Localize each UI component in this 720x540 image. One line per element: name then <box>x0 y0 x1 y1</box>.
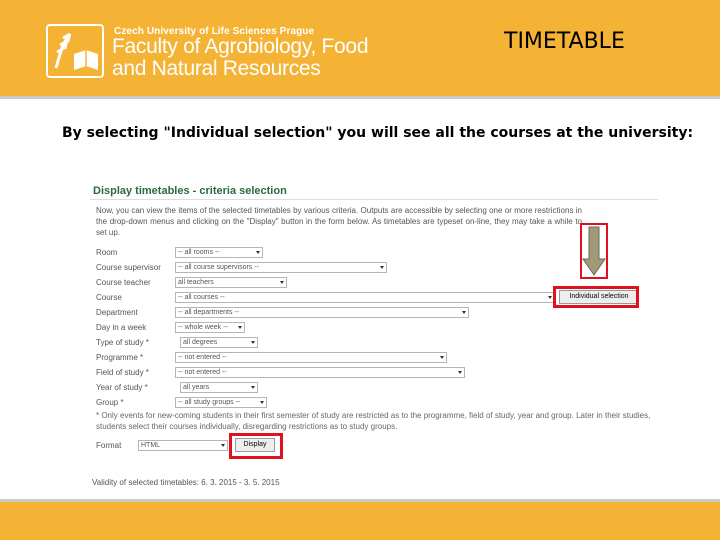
header-banner: Czech University of Life Sciences Prague… <box>0 0 720 96</box>
course-supervisor-select[interactable]: -- all course supervisors -- <box>175 262 387 273</box>
title-divider <box>90 199 658 200</box>
field-label: Room <box>96 248 118 257</box>
dropdown-arrow-icon <box>221 444 225 447</box>
field-of-study-select[interactable]: -- not entered -- <box>175 367 465 378</box>
format-select[interactable]: HTML <box>138 440 228 451</box>
select-value: -- not entered -- <box>178 354 227 361</box>
room-select[interactable]: -- all rooms -- <box>175 247 263 258</box>
select-value: -- whole week -- <box>178 324 228 331</box>
field-label: Field of study * <box>96 368 149 377</box>
select-value: -- all departments -- <box>178 309 240 316</box>
criteria-description: Now, you can view the items of the selec… <box>96 206 582 237</box>
field-label: Year of study * <box>96 383 148 392</box>
dropdown-arrow-icon <box>380 266 384 269</box>
intro-text: By selecting "Individual selection" you … <box>62 125 694 141</box>
restriction-note: * Only events for new-coming students in… <box>96 411 651 431</box>
slide-title: TIMETABLE <box>504 29 625 54</box>
field-label: Type of study * <box>96 338 149 347</box>
department-select[interactable]: -- all departments -- <box>175 307 469 318</box>
dropdown-arrow-icon <box>548 296 552 299</box>
field-label: Day in a week <box>96 323 147 332</box>
slide-content: By selecting "Individual selection" you … <box>0 96 720 502</box>
field-label: Course teacher <box>96 278 151 287</box>
field-label: Course supervisor <box>96 263 161 272</box>
arrow-down-icon <box>580 223 608 279</box>
individual-selection-highlight <box>553 286 639 308</box>
day-select[interactable]: -- whole week -- <box>175 322 245 333</box>
programme-select[interactable]: -- not entered -- <box>175 352 447 363</box>
faculty-logo-icon <box>46 24 104 78</box>
criteria-title: Display timetables - criteria selection <box>93 185 287 197</box>
dropdown-arrow-icon <box>251 386 255 389</box>
select-value: all years <box>183 384 210 391</box>
dropdown-arrow-icon <box>238 326 242 329</box>
footer-banner <box>0 505 720 540</box>
select-value: all teachers <box>178 279 214 286</box>
validity-text: Validity of selected timetables: 6. 3. 2… <box>92 478 280 487</box>
select-value: -- all courses -- <box>178 294 225 301</box>
field-label: Group * <box>96 398 124 407</box>
select-value: all degrees <box>183 339 218 346</box>
type-of-study-select[interactable]: all degrees <box>180 337 258 348</box>
field-label: Programme * <box>96 353 144 362</box>
select-value: HTML <box>141 442 161 449</box>
format-label: Format <box>96 441 122 450</box>
group-select[interactable]: -- all study groups -- <box>175 397 267 408</box>
select-value: -- not entered -- <box>178 369 227 376</box>
dropdown-arrow-icon <box>260 401 264 404</box>
dropdown-arrow-icon <box>280 281 284 284</box>
select-value: -- all course supervisors -- <box>178 264 259 271</box>
course-teacher-select[interactable]: all teachers <box>175 277 287 288</box>
year-of-study-select[interactable]: all years <box>180 382 258 393</box>
dropdown-arrow-icon <box>458 371 462 374</box>
course-select[interactable]: -- all courses -- <box>175 292 555 303</box>
faculty-line-2: and Natural Resources <box>112 57 321 80</box>
dropdown-arrow-icon <box>462 311 466 314</box>
select-value: -- all study groups -- <box>178 399 241 406</box>
display-button-highlight <box>229 433 283 459</box>
dropdown-arrow-icon <box>251 341 255 344</box>
dropdown-arrow-icon <box>440 356 444 359</box>
field-label: Department <box>96 308 138 317</box>
field-label: Course <box>96 293 122 302</box>
faculty-line-1: Faculty of Agrobiology, Food <box>112 35 369 58</box>
select-value: -- all rooms -- <box>178 249 220 256</box>
faculty-name: Faculty of Agrobiology, Food and Natural… <box>112 35 369 80</box>
dropdown-arrow-icon <box>256 251 260 254</box>
